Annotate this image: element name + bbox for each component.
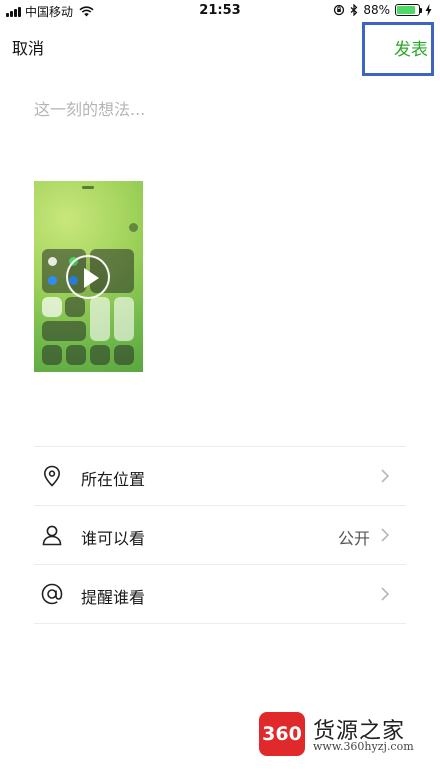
location-label: 所在位置	[81, 470, 146, 489]
thought-input[interactable]	[34, 96, 406, 122]
visibility-label: 谁可以看	[81, 529, 146, 548]
chevron-right-icon	[381, 587, 390, 601]
battery-percent: 88%	[363, 3, 390, 17]
thumbnail-tile	[42, 321, 86, 341]
bluetooth-icon	[350, 4, 358, 16]
thumbnail-tile	[66, 345, 86, 365]
thumbnail-toggle	[48, 257, 57, 266]
chevron-right-icon	[381, 469, 390, 483]
watermark-logo: 360	[259, 712, 305, 756]
thumbnail-slider	[114, 297, 134, 341]
thumbnail-slider	[90, 297, 110, 341]
thumbnail-tile	[114, 345, 134, 365]
watermark-url: www.360hyzj.com	[313, 740, 414, 753]
publish-button[interactable]: 发表	[394, 35, 428, 60]
mention-row[interactable]: 提醒谁看	[34, 565, 406, 623]
thumbnail-tile	[42, 297, 62, 317]
location-pin-icon	[43, 465, 61, 487]
location-row[interactable]: 所在位置	[34, 447, 406, 505]
cancel-button[interactable]: 取消	[12, 35, 44, 59]
play-triangle	[84, 268, 99, 288]
visibility-value: 公开	[337, 529, 370, 548]
thumbnail-tile	[42, 345, 62, 365]
thumbnail-notch	[82, 186, 94, 189]
rotation-lock-icon	[334, 4, 345, 16]
video-thumbnail[interactable]	[34, 181, 143, 372]
battery-icon	[395, 4, 422, 16]
at-sign-icon	[41, 583, 63, 605]
chevron-right-icon	[381, 528, 390, 542]
charging-icon	[425, 4, 432, 16]
watermark: 360 货源之家 www.360hyzj.com	[259, 712, 435, 756]
thumbnail-tile	[90, 345, 110, 365]
play-icon[interactable]	[66, 255, 110, 299]
visibility-row[interactable]: 谁可以看 公开	[34, 506, 406, 564]
status-bar: 中国移动 21:53 88%	[0, 0, 440, 22]
divider	[34, 623, 406, 624]
thumbnail-dot	[129, 223, 138, 232]
person-icon	[42, 525, 62, 546]
status-right: 88%	[333, 3, 432, 17]
mention-label: 提醒谁看	[81, 588, 146, 607]
battery-level-fill	[397, 6, 416, 14]
thumbnail-tile	[65, 297, 85, 317]
thumbnail-toggle	[48, 276, 57, 285]
